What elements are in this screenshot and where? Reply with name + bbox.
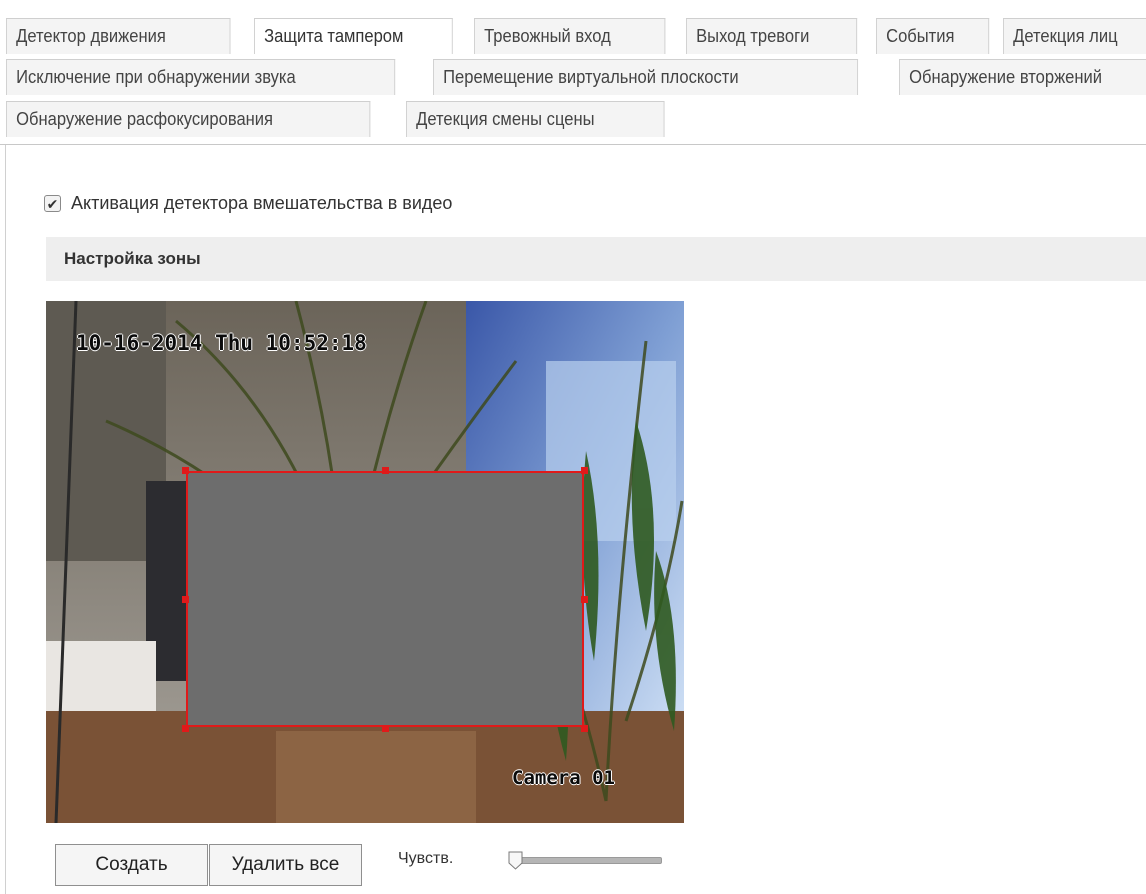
tab-row-2: Исключение при обнаружении звука Перемещ… <box>6 59 1146 95</box>
enable-tamper-row: ✔ Активация детектора вмешательства в ви… <box>44 193 452 214</box>
tab-scene-change[interactable]: Детекция смены сцены <box>406 101 665 137</box>
tab-audio-exception[interactable]: Исключение при обнаружении звука <box>6 59 396 95</box>
tab-events[interactable]: События <box>876 18 990 54</box>
osd-camera-name: Camera 01 <box>512 767 615 789</box>
sensitivity-label: Чувств. <box>398 850 454 867</box>
resize-handle-top-right[interactable] <box>581 467 588 474</box>
sensitivity-slider-track[interactable] <box>510 857 662 864</box>
osd-timestamp: 10-16-2014 Thu 10:52:18 <box>76 331 367 355</box>
tamper-area-rectangle[interactable] <box>186 471 584 727</box>
resize-handle-mid-left[interactable] <box>182 596 189 603</box>
tab-line-crossing[interactable]: Перемещение виртуальной плоскости <box>433 59 859 95</box>
delete-all-button[interactable]: Удалить все <box>209 844 362 886</box>
resize-handle-mid-right[interactable] <box>581 596 588 603</box>
enable-tamper-checkbox[interactable]: ✔ <box>44 195 61 212</box>
resize-handle-bottom-mid[interactable] <box>382 725 389 732</box>
checkmark-icon: ✔ <box>46 195 59 212</box>
tab-alarm-input[interactable]: Тревожный вход <box>474 18 666 54</box>
resize-handle-bottom-left[interactable] <box>182 725 189 732</box>
video-preview[interactable]: 10-16-2014 Thu 10:52:18 Camera 01 <box>46 301 684 823</box>
create-area-button[interactable]: Создать <box>55 844 208 886</box>
tab-row-1: Детектор движения Защита тампером Тревож… <box>6 18 1146 54</box>
sensitivity-slider-thumb[interactable] <box>508 851 523 870</box>
area-settings-header: Настройка зоны <box>46 237 1146 281</box>
tab-tamper-protection[interactable]: Защита тампером <box>254 18 453 54</box>
tab-divider <box>0 144 1146 145</box>
resize-handle-top-left[interactable] <box>182 467 189 474</box>
tab-face-detection[interactable]: Детекция лиц <box>1003 18 1146 54</box>
tab-alarm-output[interactable]: Выход тревоги <box>686 18 858 54</box>
enable-tamper-label[interactable]: Активация детектора вмешательства в виде… <box>71 193 452 214</box>
resize-handle-top-mid[interactable] <box>382 467 389 474</box>
content-border <box>5 145 6 894</box>
tab-bar: Детектор движения Защита тампером Тревож… <box>0 0 1146 146</box>
tab-defocus-detection[interactable]: Обнаружение расфокусирования <box>6 101 371 137</box>
tab-row-3: Обнаружение расфокусирования Детекция см… <box>6 101 691 137</box>
resize-handle-bottom-right[interactable] <box>581 725 588 732</box>
tab-intrusion-detection[interactable]: Обнаружение вторжений <box>899 59 1146 95</box>
tab-motion-detection[interactable]: Детектор движения <box>6 18 231 54</box>
